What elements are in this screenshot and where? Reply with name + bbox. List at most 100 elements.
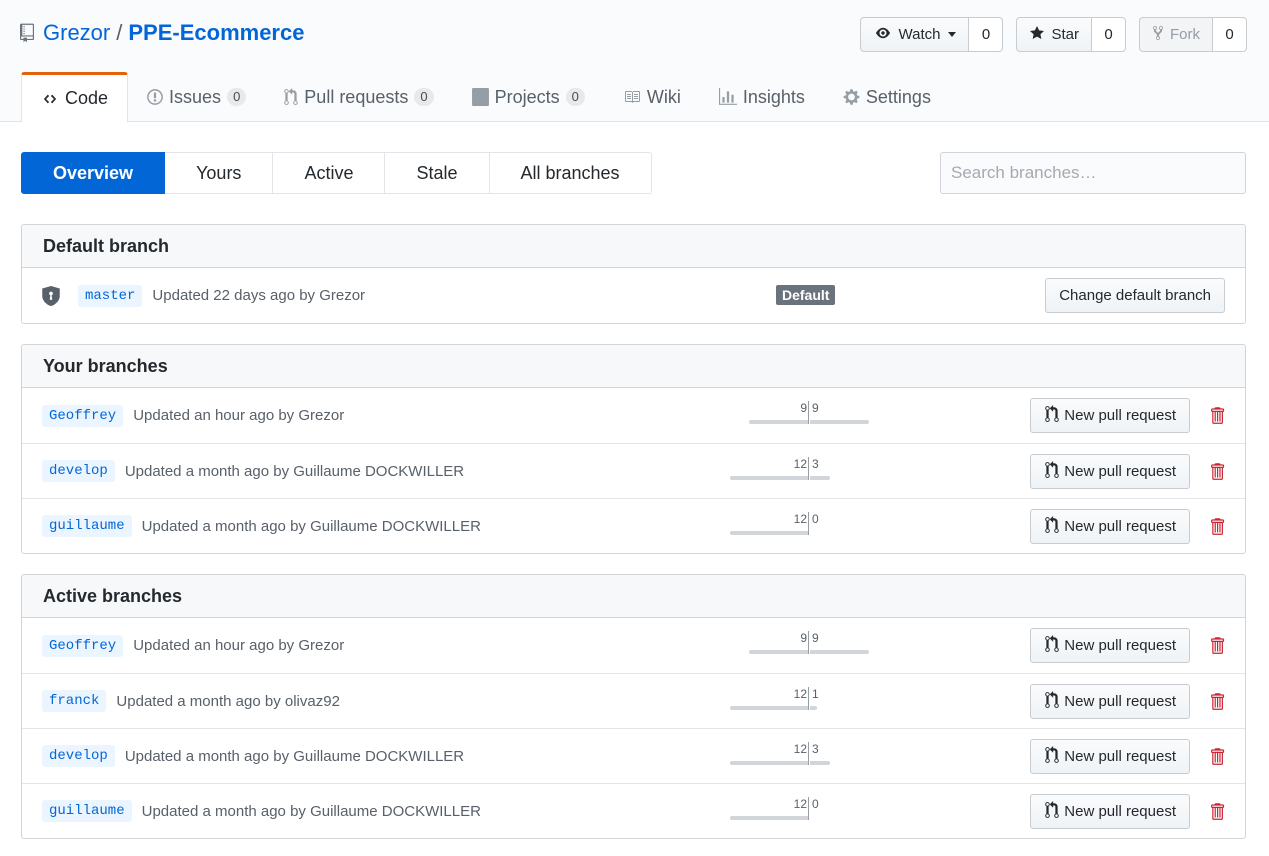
eye-icon (873, 26, 893, 44)
tab-pull-requests[interactable]: Pull requests 0 (265, 72, 452, 122)
trash-icon[interactable] (1209, 802, 1225, 821)
trash-icon[interactable] (1209, 517, 1225, 536)
pull-request-icon (1044, 690, 1060, 713)
repo-header: Grezor / PPE-Ecommerce Watch 0 Star 0 Fo… (0, 0, 1269, 123)
branch-row: master Updated 22 days ago by Grezor Def… (22, 268, 1245, 323)
behind-bar (749, 420, 808, 424)
branch-row: guillaume Updated a month ago by Guillau… (22, 498, 1245, 553)
ahead-count: 9 (812, 401, 819, 415)
tab-issues[interactable]: Issues 0 (128, 72, 265, 122)
change-default-branch-button[interactable]: Change default branch (1045, 278, 1225, 313)
tab-counter: 0 (414, 87, 434, 107)
behind-bar (730, 816, 808, 820)
behind-bar (749, 650, 808, 654)
ahead-count: 3 (812, 742, 819, 756)
new-pull-request-button[interactable]: New pull request (1030, 509, 1190, 544)
watch-button[interactable]: Watch (859, 17, 970, 52)
tab-label: Pull requests (304, 86, 409, 107)
behind-bar (730, 706, 808, 710)
repo-title: Grezor / PPE-Ecommerce (20, 20, 304, 46)
graph-divider (808, 687, 809, 710)
branch-updated-text: Updated a month ago by Guillaume DOCKWIL… (141, 517, 481, 535)
graph-divider (808, 512, 809, 535)
ahead-count: 3 (812, 457, 819, 471)
new-pull-request-button[interactable]: New pull request (1030, 628, 1190, 663)
graph-divider (808, 797, 809, 820)
branch-name-link[interactable]: develop (42, 460, 115, 482)
tab-label: Code (65, 88, 109, 108)
branch-updated-text: Updated an hour ago by Grezor (133, 407, 345, 424)
trash-icon[interactable] (1209, 747, 1225, 766)
fork-label: Fork (1170, 26, 1200, 43)
new-pull-request-button[interactable]: New pull request (1030, 454, 1190, 489)
tab-settings[interactable]: Settings (824, 72, 950, 122)
trash-icon[interactable] (1209, 406, 1225, 425)
watch-count[interactable]: 0 (969, 17, 1004, 52)
star-count[interactable]: 0 (1092, 17, 1126, 52)
branch-updated-text: Updated a month ago by Guillaume DOCKWIL… (141, 802, 481, 820)
ahead-count: 1 (812, 687, 819, 701)
subnav-stale[interactable]: Stale (385, 152, 490, 194)
tab-wiki[interactable]: Wiki (604, 72, 700, 122)
section-title: Default branch (22, 225, 1245, 268)
branch-name-link[interactable]: Geoffrey (42, 634, 124, 657)
ahead-count: 0 (812, 797, 819, 811)
branch-name-link[interactable]: guillaume (42, 800, 132, 822)
trash-icon[interactable] (1209, 636, 1225, 655)
fork-control: Fork 0 (1139, 17, 1247, 52)
tab-insights[interactable]: Insights (700, 72, 824, 122)
issue-icon (147, 88, 163, 106)
new-pull-request-label: New pull request (1064, 463, 1176, 480)
new-pull-request-label: New pull request (1064, 407, 1176, 424)
subnav-overview[interactable]: Overview (21, 152, 166, 194)
branch-name-link[interactable]: guillaume (42, 515, 132, 537)
repo-name-link[interactable]: PPE-Ecommerce (128, 20, 304, 46)
new-pull-request-button[interactable]: New pull request (1030, 684, 1190, 719)
subnav-active[interactable]: Active (273, 152, 386, 194)
behind-count: 12 (793, 742, 807, 756)
pull-request-icon (1044, 460, 1060, 483)
subnav-all-branches[interactable]: All branches (489, 152, 652, 194)
ahead-count: 9 (812, 631, 819, 645)
behind-count: 9 (800, 401, 807, 415)
subnav-yours[interactable]: Yours (165, 152, 274, 194)
graph-divider (808, 401, 809, 424)
behind-count: 12 (793, 512, 807, 526)
trash-icon[interactable] (1209, 462, 1225, 481)
branch-name-link[interactable]: franck (42, 690, 107, 712)
watch-control: Watch 0 (859, 17, 1004, 52)
new-pull-request-label: New pull request (1064, 748, 1176, 765)
branch-name-link[interactable]: develop (42, 745, 115, 767)
branch-name-link[interactable]: master (78, 284, 143, 307)
tab-projects[interactable]: Projects 0 (453, 72, 604, 122)
ahead-bar (810, 650, 869, 654)
new-pull-request-button[interactable]: New pull request (1030, 398, 1190, 433)
default-branch-box: Default branch master Updated 22 days ag… (21, 224, 1246, 324)
tab-label: Insights (742, 86, 805, 107)
repo-owner-link[interactable]: Grezor (43, 20, 110, 46)
repo-tabs: Code Issues 0 Pull requests 0 Projects 0… (21, 72, 950, 123)
graph-divider (808, 457, 809, 480)
tab-code[interactable]: Code (21, 72, 129, 123)
behind-bar (730, 476, 808, 480)
project-icon (471, 88, 489, 106)
new-pull-request-button[interactable]: New pull request (1030, 794, 1190, 829)
fork-button[interactable]: Fork (1139, 17, 1213, 52)
search-branches-input[interactable] (940, 152, 1246, 194)
ahead-behind-graph: 12 0 (729, 797, 889, 820)
branch-name-link[interactable]: Geoffrey (42, 404, 124, 427)
branch-updated-text: Updated 22 days ago by Grezor (152, 287, 366, 304)
branch-row: franck Updated a month ago by olivaz92 1… (22, 673, 1245, 728)
trash-icon[interactable] (1209, 692, 1225, 711)
caret-down-icon (948, 32, 957, 37)
branch-row: Geoffrey Updated an hour ago by Grezor 9… (22, 388, 1245, 443)
star-button[interactable]: Star (1016, 17, 1092, 52)
your-branches-list: Geoffrey Updated an hour ago by Grezor 9… (22, 388, 1245, 553)
shield-lock-icon (42, 285, 60, 306)
new-pull-request-button[interactable]: New pull request (1030, 739, 1190, 774)
fork-count[interactable]: 0 (1213, 17, 1247, 52)
branch-row: Geoffrey Updated an hour ago by Grezor 9… (22, 618, 1245, 673)
tab-counter: 0 (565, 87, 585, 107)
new-pull-request-label: New pull request (1064, 637, 1176, 654)
pull-request-icon (1044, 745, 1060, 768)
